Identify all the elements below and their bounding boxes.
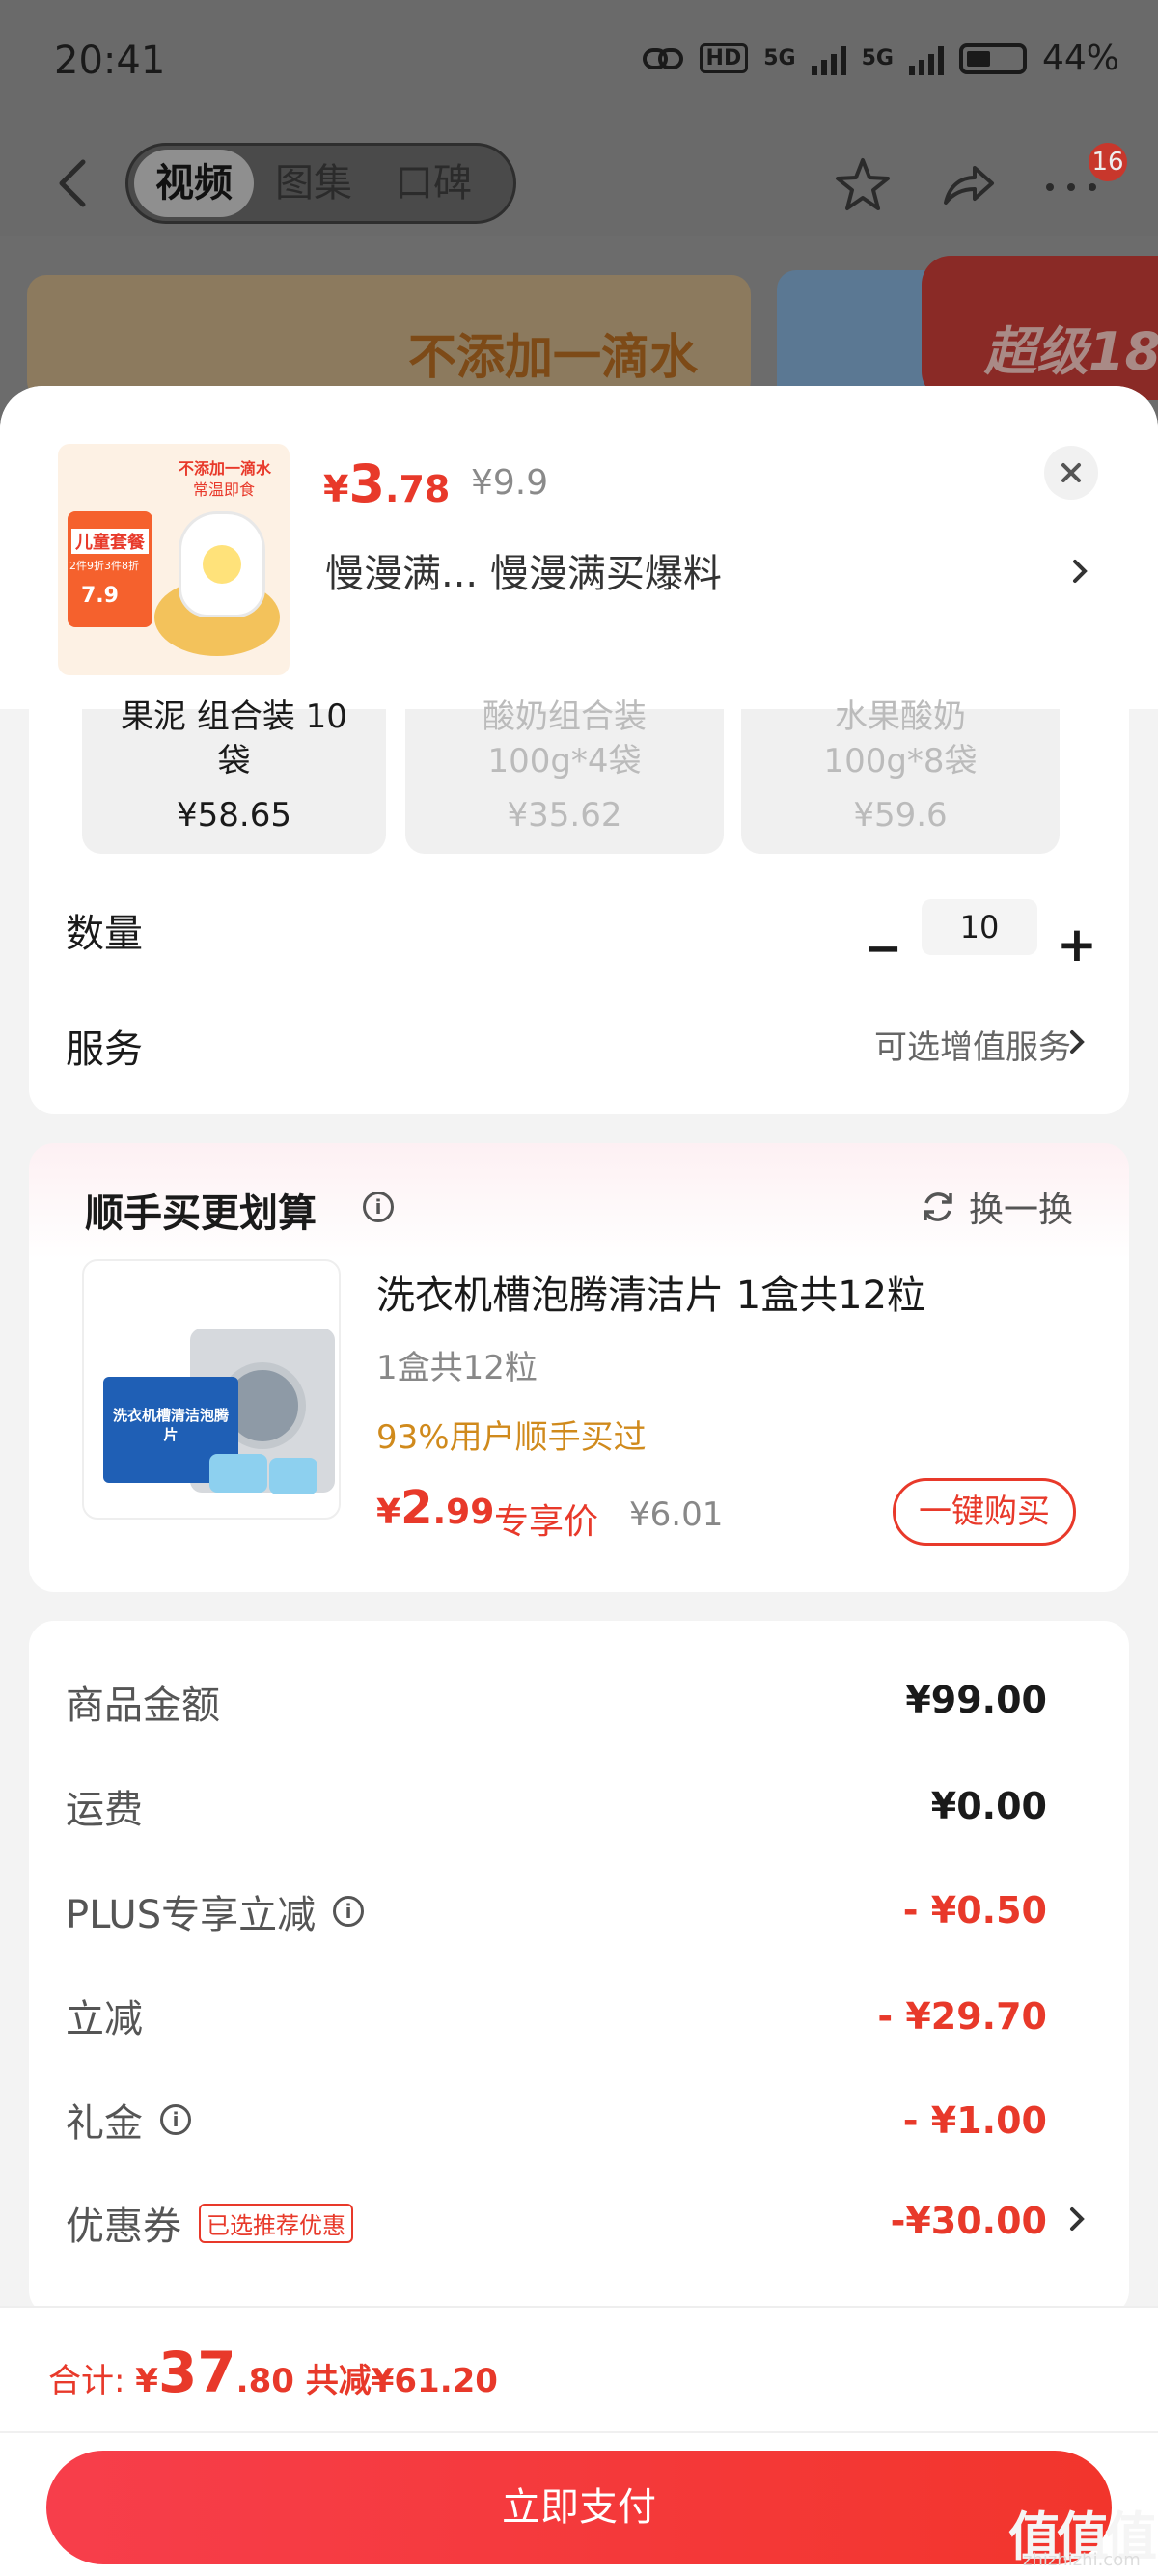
status-icons: HD 5G 5G 44% <box>642 39 1119 78</box>
summary-label-goods: 商品金额 <box>66 1684 220 1728</box>
signal-icon-2 <box>908 42 944 75</box>
refresh-button[interactable]: 换一换 <box>919 1182 1073 1232</box>
exclusive-price-label: 专享价 <box>494 1502 599 1542</box>
bundle-item-name[interactable]: 洗衣机槽泡腾清洁片 1盒共12粒 <box>376 1264 925 1320</box>
chevron-right-icon[interactable] <box>1066 2202 1089 2236</box>
info-icon[interactable]: i <box>333 1896 365 1927</box>
tab-video[interactable]: 视频 <box>134 150 254 217</box>
refresh-icon <box>924 1192 952 1221</box>
service-option-link[interactable]: 可选增值服务 <box>874 1021 1071 1068</box>
product-title[interactable]: 慢漫满... 慢漫满买爆料 <box>325 542 722 598</box>
total-price: 合计: ¥37.80 共减¥61.20 <box>48 2340 498 2405</box>
bundle-item-spec: 1盒共12粒 <box>376 1349 538 1387</box>
summary-label-plus: PLUS专享立减 i <box>66 1883 365 1939</box>
tab-gallery[interactable]: 图集 <box>254 150 373 217</box>
background-banner: 不添加一滴水 <box>27 275 751 400</box>
close-icon <box>1062 463 1081 482</box>
summary-value-coupon[interactable]: -¥30.00 <box>891 2200 1047 2242</box>
status-time: 20:41 <box>54 39 166 83</box>
battery-level: 44% <box>1041 39 1119 78</box>
net-label-1: 5G <box>763 46 796 70</box>
notification-badge: 16 <box>1089 143 1127 181</box>
tab-reviews[interactable]: 口碑 <box>373 150 493 217</box>
watermark-url: zhizhizhi.com <box>1023 2550 1141 2570</box>
hd-icon: HD <box>699 43 749 73</box>
banner-text: 不添加一滴水 <box>408 329 698 385</box>
quantity-label: 数量 <box>66 912 143 956</box>
summary-value-plus: - ¥0.50 <box>902 1889 1047 1932</box>
chevron-right-icon[interactable] <box>1069 552 1092 590</box>
footer-divider <box>0 2431 1158 2433</box>
summary-label-discount: 立减 <box>66 1997 143 2042</box>
coupon-tag: 已选推荐优惠 <box>199 2203 353 2243</box>
link-icon <box>642 47 683 69</box>
product-original-price: ¥9.9 <box>471 463 549 503</box>
bundle-social-proof: 93%用户顺手买过 <box>376 1418 647 1457</box>
summary-label-coupon[interactable]: 优惠券 已选推荐优惠 <box>66 2195 353 2251</box>
chevron-right-icon[interactable] <box>1066 1025 1089 1059</box>
net-label-2: 5G <box>861 46 894 70</box>
bundle-item-original-price: ¥6.01 <box>629 1495 724 1534</box>
bundle-item-price: ¥2.99 <box>376 1481 495 1535</box>
summary-label-shipping: 运费 <box>66 1788 143 1832</box>
share-icon[interactable] <box>936 154 998 216</box>
product-price: ¥3.78 <box>323 453 451 514</box>
promo-banner: 超级18 <box>922 256 1158 400</box>
back-icon[interactable] <box>48 154 96 212</box>
battery-icon <box>958 42 1027 74</box>
sku-option[interactable]: 酸奶组合装 100g*4袋 ¥35.62 <box>405 698 724 854</box>
media-tabs: 视频 图集 口碑 <box>125 143 516 224</box>
summary-label-gift: 礼金 i <box>66 2092 191 2148</box>
sku-option[interactable]: 果泥 组合装 10 袋 ¥58.65 <box>82 698 386 854</box>
quantity-decrement-button[interactable]: − <box>864 921 902 975</box>
service-label: 服务 <box>66 1028 143 1072</box>
close-button[interactable] <box>1044 446 1098 500</box>
summary-value-gift: - ¥1.00 <box>902 2099 1047 2142</box>
pay-now-button[interactable]: 立即支付 <box>46 2451 1112 2564</box>
sku-option[interactable]: 水果酸奶 100g*8袋 ¥59.6 <box>741 698 1060 854</box>
one-click-buy-button[interactable]: 一键购买 <box>893 1478 1076 1546</box>
bundle-title: 顺手买更划算 <box>85 1192 317 1236</box>
summary-value-goods: ¥99.00 <box>905 1679 1047 1721</box>
product-image: 不添加一滴水 常温即食 儿童套餐 2件9折3件8折 7.9 <box>58 444 290 675</box>
summary-value-discount: - ¥29.70 <box>877 1995 1047 2038</box>
refresh-label: 换一换 <box>969 1191 1074 1230</box>
promo-text: 超级18 <box>984 321 1158 382</box>
summary-value-shipping: ¥0.00 <box>930 1785 1047 1827</box>
star-icon[interactable] <box>832 154 894 216</box>
quantity-increment-button[interactable]: + <box>1057 917 1097 973</box>
info-icon[interactable]: i <box>363 1192 394 1222</box>
quantity-input[interactable]: 10 <box>922 899 1037 955</box>
signal-icon <box>811 42 846 75</box>
bundle-product-image[interactable]: 洗衣机槽清洁泡腾片 <box>82 1259 341 1520</box>
info-icon[interactable]: i <box>160 2104 191 2135</box>
